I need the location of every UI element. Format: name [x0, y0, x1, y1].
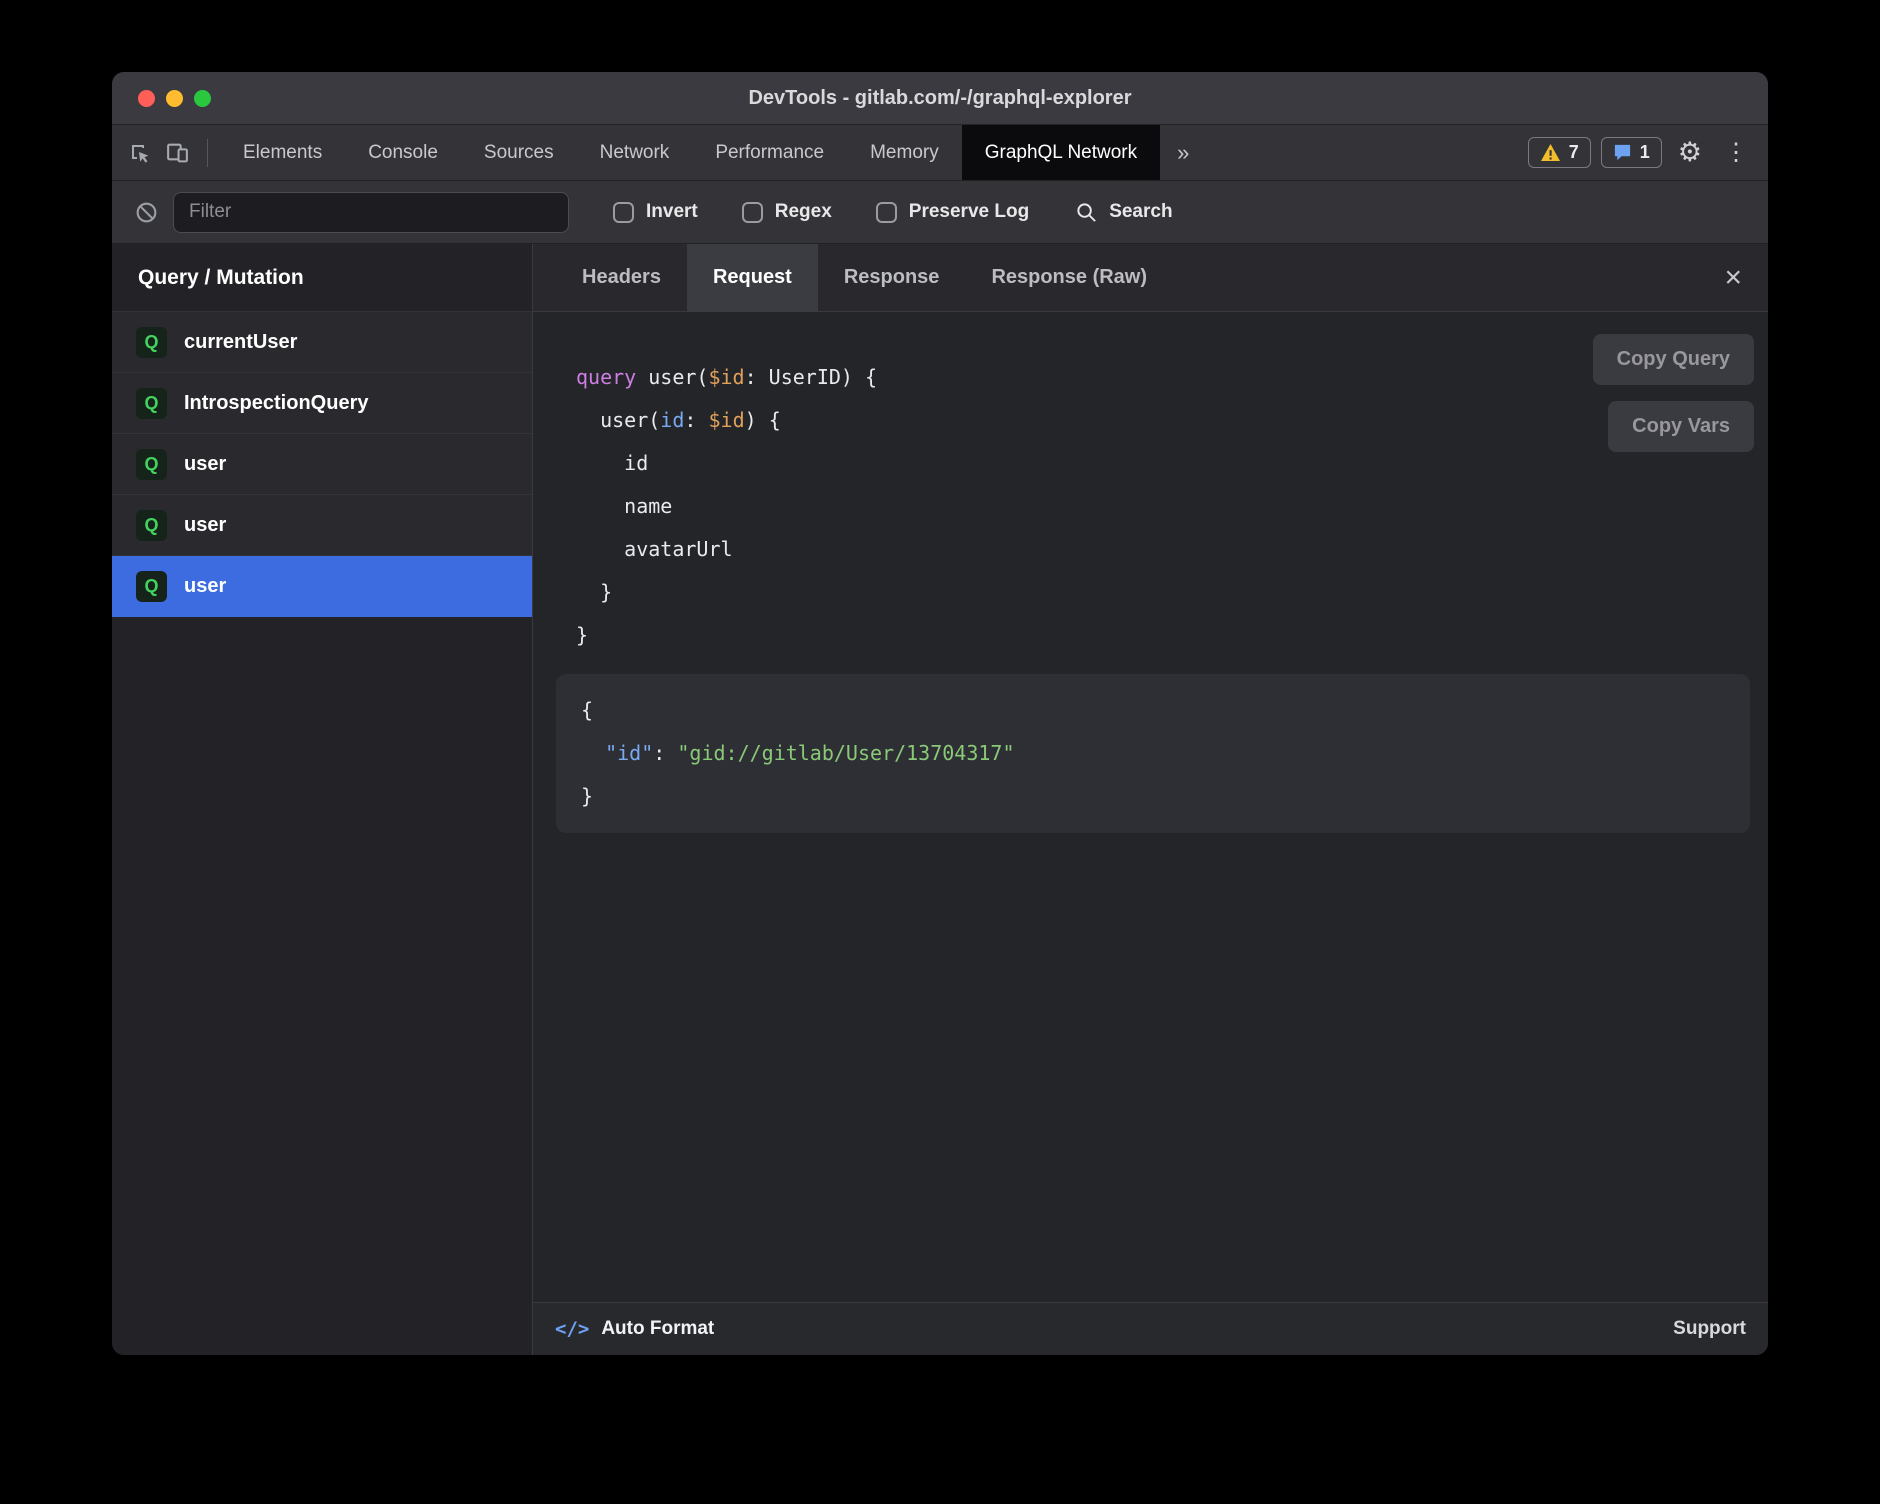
- tab-request[interactable]: Request: [687, 244, 818, 311]
- copy-query-button[interactable]: Copy Query: [1593, 334, 1754, 385]
- auto-format-label: Auto Format: [601, 1318, 714, 1340]
- code-line: user(id: $id) {: [576, 399, 1768, 442]
- filter-toolbar: Invert Regex Preserve Log Search: [112, 181, 1768, 244]
- title-bar: DevTools - gitlab.com/-/graphql-explorer: [112, 72, 1768, 125]
- inspect-element-icon[interactable]: [128, 141, 152, 165]
- checkbox-box[interactable]: [742, 202, 763, 223]
- support-link[interactable]: Support: [1673, 1318, 1746, 1340]
- tab-response[interactable]: Response: [818, 244, 966, 311]
- query-type-badge: Q: [136, 388, 167, 419]
- query-item-label: IntrospectionQuery: [184, 392, 368, 415]
- checkbox-box[interactable]: [876, 202, 897, 223]
- devtools-tab-bar: Elements Console Sources Network Perform…: [112, 125, 1768, 181]
- query-list-item-user-2[interactable]: Q user: [112, 495, 532, 556]
- toolbar-left-icons: [112, 125, 220, 180]
- warnings-badge[interactable]: 7: [1528, 137, 1591, 168]
- tab-response-raw[interactable]: Response (Raw): [965, 244, 1173, 311]
- tab-performance[interactable]: Performance: [692, 125, 847, 180]
- tab-sources[interactable]: Sources: [461, 125, 577, 180]
- warning-count: 7: [1569, 142, 1579, 163]
- query-type-badge: Q: [136, 449, 167, 480]
- query-item-label: user: [184, 453, 226, 476]
- query-item-label: user: [184, 514, 226, 537]
- regex-checkbox[interactable]: Regex: [742, 201, 832, 223]
- regex-label: Regex: [775, 201, 832, 223]
- settings-gear-icon[interactable]: ⚙: [1672, 139, 1708, 166]
- code-line: id: [576, 442, 1768, 485]
- query-type-badge: Q: [136, 327, 167, 358]
- query-list-item-currentuser[interactable]: Q currentUser: [112, 312, 532, 373]
- invert-label: Invert: [646, 201, 698, 223]
- code-line: query user($id: UserID) {: [576, 356, 1768, 399]
- tab-graphql-network[interactable]: GraphQL Network: [962, 125, 1160, 180]
- code-line: avatarUrl: [576, 528, 1768, 571]
- minimize-window-button[interactable]: [166, 90, 183, 107]
- toolbar-right-icons: 7 1 ⚙ ⋮: [1528, 125, 1768, 180]
- code-line: }: [576, 614, 1768, 657]
- detail-footer: </> Auto Format Support: [533, 1302, 1768, 1355]
- close-icon[interactable]: ×: [1724, 263, 1742, 293]
- query-list-item-introspectionquery[interactable]: Q IntrospectionQuery: [112, 373, 532, 434]
- graphql-query-code: query user($id: UserID) { user(id: $id) …: [533, 312, 1768, 657]
- devtools-window: DevTools - gitlab.com/-/graphql-explorer…: [112, 72, 1768, 1355]
- clear-block-icon[interactable]: [134, 200, 159, 225]
- query-variables-box: { "id": "gid://gitlab/User/13704317"}: [556, 674, 1750, 833]
- query-item-label: user: [184, 575, 226, 598]
- toolbar-separator: [207, 139, 208, 167]
- code-brackets-icon: </>: [555, 1318, 589, 1340]
- query-list-item-user-1[interactable]: Q user: [112, 434, 532, 495]
- detail-tab-bar: Headers Request Response Response (Raw) …: [533, 244, 1768, 312]
- tab-network[interactable]: Network: [577, 125, 693, 180]
- code-line: }: [581, 775, 1725, 818]
- filter-input[interactable]: [173, 192, 569, 233]
- zoom-window-button[interactable]: [194, 90, 211, 107]
- code-line: }: [576, 571, 1768, 614]
- issues-badge[interactable]: 1: [1601, 137, 1662, 168]
- close-window-button[interactable]: [138, 90, 155, 107]
- main-split: Query / Mutation Q currentUser Q Introsp…: [112, 244, 1768, 1355]
- copy-vars-button[interactable]: Copy Vars: [1608, 401, 1754, 452]
- tab-memory[interactable]: Memory: [847, 125, 962, 180]
- auto-format-button[interactable]: </> Auto Format: [555, 1318, 714, 1340]
- issues-bubble-icon: [1613, 143, 1632, 162]
- search-label: Search: [1109, 201, 1172, 223]
- warning-triangle-icon: [1540, 143, 1561, 162]
- search-button[interactable]: Search: [1075, 201, 1172, 224]
- more-options-icon[interactable]: ⋮: [1718, 141, 1754, 165]
- invert-checkbox[interactable]: Invert: [613, 201, 698, 223]
- tab-elements[interactable]: Elements: [220, 125, 345, 180]
- sidebar-header: Query / Mutation: [112, 244, 532, 312]
- preserve-log-label: Preserve Log: [909, 201, 1029, 223]
- traffic-lights: [138, 72, 211, 124]
- search-icon: [1075, 201, 1098, 224]
- tab-headers[interactable]: Headers: [556, 244, 687, 311]
- request-content: query user($id: UserID) { user(id: $id) …: [533, 312, 1768, 1302]
- query-list-item-user-3-selected[interactable]: Q user: [112, 556, 532, 617]
- panel-tabs: Elements Console Sources Network Perform…: [220, 125, 1206, 180]
- device-toolbar-icon[interactable]: [165, 140, 190, 165]
- code-line: name: [576, 485, 1768, 528]
- checkbox-box[interactable]: [613, 202, 634, 223]
- query-item-label: currentUser: [184, 331, 297, 354]
- more-tabs-button[interactable]: »: [1160, 125, 1206, 180]
- code-line: {: [581, 689, 1725, 732]
- query-type-badge: Q: [136, 510, 167, 541]
- issue-count: 1: [1640, 142, 1650, 163]
- query-type-badge: Q: [136, 571, 167, 602]
- tab-console[interactable]: Console: [345, 125, 461, 180]
- request-detail-panel: Headers Request Response Response (Raw) …: [533, 244, 1768, 1355]
- query-sidebar: Query / Mutation Q currentUser Q Introsp…: [112, 244, 533, 1355]
- window-title: DevTools - gitlab.com/-/graphql-explorer: [112, 87, 1768, 110]
- code-line: "id": "gid://gitlab/User/13704317": [581, 732, 1725, 775]
- preserve-log-checkbox[interactable]: Preserve Log: [876, 201, 1029, 223]
